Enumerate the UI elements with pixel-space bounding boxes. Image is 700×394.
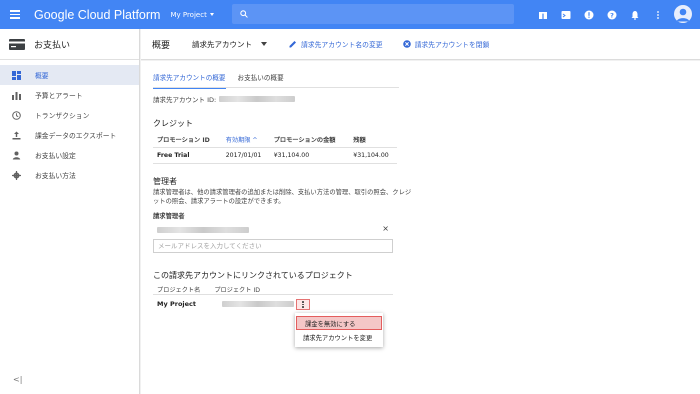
project-selector[interactable]: My Project [170, 10, 214, 19]
avatar[interactable] [674, 5, 692, 23]
sidebar-header: お支払い [0, 29, 139, 60]
sidebar-item-overview[interactable]: 概要 [0, 65, 139, 85]
export-icon [12, 131, 21, 140]
account-id-label: 請求先アカウント ID: [153, 96, 217, 104]
column-header: プロジェクト ID [214, 287, 260, 294]
main-content: 請求先アカウントの概要 お支払いの概要 請求先アカウント ID: クレジット プ… [141, 61, 700, 394]
rename-account-label: 請求先アカウント名の変更 [301, 41, 383, 49]
sidebar-item-export[interactable]: 課金データのエクスポート [0, 125, 139, 145]
table-cell: 2017/01/01 [221, 147, 270, 164]
projects-header: プロジェクト名 プロジェクト ID [153, 285, 260, 294]
column-header: 残額 [349, 132, 397, 148]
caret-down-icon [209, 13, 214, 16]
redacted-project-id [222, 301, 294, 307]
sidebar-title: お支払い [34, 40, 71, 51]
billing-card-icon [9, 38, 25, 50]
credits-table: プロモーション ID 有効期限 ^ プロモーションの金額 残額 Free Tri… [153, 132, 397, 164]
project-actions-button[interactable] [296, 299, 310, 310]
more-vert-icon[interactable] [653, 10, 663, 20]
close-account-label: 請求先アカウントを閉鎖 [414, 41, 490, 49]
close-account-button[interactable]: 請求先アカウントを閉鎖 [402, 39, 490, 49]
sidebar-item-budgets[interactable]: 予算とアラート [0, 85, 139, 105]
table-cell: Free Trial [153, 147, 222, 164]
sidebar-item-label: お支払い設定 [35, 152, 76, 160]
gift-icon[interactable] [538, 10, 548, 20]
disable-billing-menu-item[interactable]: 課金を無効にする [296, 316, 382, 330]
account-id-row: 請求先アカウント ID: [153, 94, 296, 104]
gear-icon [12, 170, 21, 180]
page-header: 概要 請求先アカウント 請求先アカウント名の変更 請求先アカウントを閉鎖 [141, 29, 700, 60]
project-actions-menu: 課金を無効にする 請求先アカウントを変更 [295, 313, 383, 347]
column-header: プロモーション ID [153, 132, 222, 148]
sidebar-item-transactions[interactable]: トランザクション [0, 105, 139, 125]
sidebar-item-label: 予算とアラート [35, 92, 83, 100]
sidebar-item-payment-method[interactable]: お支払い方法 [0, 165, 139, 185]
admins-description: 請求管理者は、他の請求管理者の追加または削除、支払い方法の管理、取引の照会、クレ… [153, 189, 412, 205]
sidebar-item-label: 概要 [35, 72, 49, 80]
top-app-bar: Google Cloud Platform My Project ? [0, 0, 700, 29]
project-name-cell: My Project [157, 300, 196, 308]
redacted-admin-email [157, 226, 249, 233]
pencil-icon [289, 41, 297, 48]
redacted-account-id [219, 96, 296, 102]
search-input[interactable] [253, 10, 493, 18]
admins-heading: 管理者 [153, 177, 177, 186]
billing-account-label: 請求先アカウント [192, 39, 253, 49]
column-header-sorted[interactable]: 有効期限 ^ [221, 132, 270, 148]
tab-divider [153, 87, 399, 88]
column-header: プロジェクト名 [157, 287, 201, 294]
sidebar-item-label: お支払い方法 [35, 172, 76, 180]
admin-entry: × [153, 223, 393, 236]
sidebar-item-payment-settings[interactable]: お支払い設定 [0, 145, 139, 165]
linked-projects-heading: この請求先アカウントにリンクされているプロジェクト [153, 271, 353, 280]
billing-account-selector[interactable]: 請求先アカウント [192, 39, 268, 50]
project-name: My Project [170, 10, 207, 19]
column-header: プロモーションの金額 [269, 132, 350, 148]
remove-admin-button[interactable]: × [382, 224, 389, 233]
budget-icon [12, 91, 21, 100]
email-field[interactable] [153, 239, 393, 253]
product-name[interactable]: Google Cloud Platform [34, 8, 160, 22]
alert-icon[interactable] [584, 10, 594, 20]
search-bar[interactable] [232, 4, 514, 24]
credits-heading: クレジット [153, 119, 193, 128]
projects-divider [153, 294, 393, 295]
svg-text:?: ? [610, 11, 614, 19]
sidebar: お支払い 概要 予算とアラート トランザクション 課金データのエクスポート お支… [0, 29, 140, 394]
cancel-circle-icon [402, 40, 411, 48]
change-billing-account-menu-item[interactable]: 請求先アカウントを変更 [295, 330, 383, 344]
bell-icon[interactable] [630, 10, 640, 20]
page-title: 概要 [152, 40, 171, 51]
terminal-icon[interactable] [561, 10, 571, 20]
rename-account-button[interactable]: 請求先アカウント名の変更 [289, 39, 383, 49]
collapse-sidebar-button[interactable]: <| [13, 375, 22, 384]
sidebar-item-label: トランザクション [35, 112, 90, 120]
person-icon [12, 151, 21, 160]
dashboard-icon [12, 70, 21, 80]
menu-icon[interactable] [0, 0, 29, 29]
clock-icon [12, 110, 21, 120]
table-row: Free Trial 2017/01/01 ¥31,104.00 ¥31,104… [153, 147, 397, 164]
sidebar-item-label: 課金データのエクスポート [35, 132, 117, 140]
help-icon[interactable]: ? [607, 10, 617, 20]
search-icon [240, 10, 248, 18]
table-cell: ¥31,104.00 [349, 147, 397, 164]
table-cell: ¥31,104.00 [269, 147, 350, 164]
billing-admin-label: 請求管理者 [153, 213, 185, 220]
caret-down-icon [261, 42, 268, 46]
